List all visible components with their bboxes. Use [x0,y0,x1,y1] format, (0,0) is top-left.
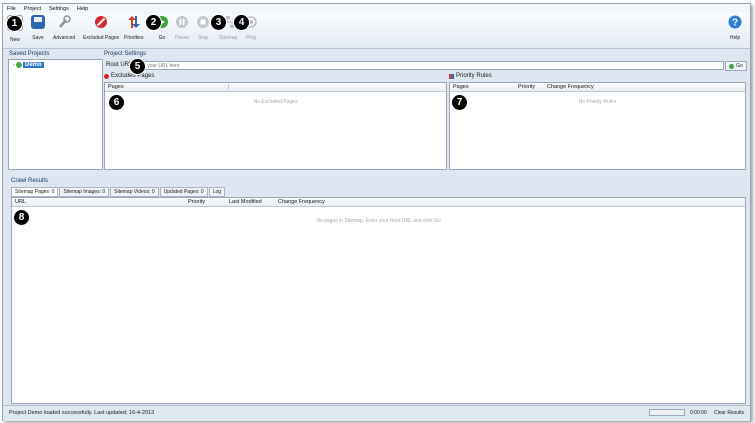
priority-rules-header: Pages Priority Change Frequency [450,83,745,92]
status-bar: Project Demo loaded successfully. Last u… [3,405,750,421]
tab-sitemap-pages[interactable]: Sitemap Pages: 0 [11,187,59,197]
col-change-frequency[interactable]: Change Frequency [544,84,607,90]
help-button[interactable]: ? Help [728,15,742,41]
floppy-disk-icon [31,15,45,29]
crawl-results-title: Crawl Results [11,178,49,184]
col-priority[interactable]: Priority [185,199,226,205]
priority-empty-text: No Priority Rules [578,99,617,105]
expand-icon[interactable]: - [13,62,15,68]
callout-badge-6: 6 [108,94,125,111]
project-settings-title: Project Settings [104,51,147,57]
no-entry-small-icon [104,73,109,79]
stop-icon [196,15,210,29]
pause-icon [175,15,189,29]
priorities-button[interactable]: Priorities [124,15,143,41]
priority-rules-title: Priority Rules [449,73,492,79]
root-url-input[interactable] [132,61,724,70]
elapsed-time: 0:00:00 [690,410,707,416]
tab-sitemap-images[interactable]: Sitemap Images: 0 [59,187,110,197]
tab-updated-pages[interactable]: Updated Pages: 0 [159,187,208,197]
col-last-modified[interactable]: Last Modified [226,199,275,205]
callout-badge-1: 1 [6,15,23,32]
status-message: Project Demo loaded successfully. Last u… [9,410,155,416]
excluded-pages-title: Excluded Pages [104,73,154,79]
no-entry-icon [94,15,108,29]
pause-button[interactable]: Pause [175,15,189,41]
stop-button[interactable]: Stop [196,15,210,41]
crawl-results-header: URL Priority Last Modified Change Freque… [12,198,745,207]
col-priority[interactable]: Priority [515,84,544,90]
tab-log[interactable]: Log [208,187,226,197]
callout-badge-3: 3 [210,14,227,31]
project-name: Demo [23,62,44,68]
menu-settings[interactable]: Settings [45,6,73,12]
priority-small-icon [449,73,454,79]
go-arrow-icon [729,63,735,69]
project-tree-item[interactable]: - Demo [13,62,44,68]
col-change-frequency[interactable]: Change Frequency [275,199,348,205]
crawl-results-tabs: Sitemap Pages: 0 Sitemap Images: 0 Sitem… [11,187,226,197]
priority-arrows-icon [127,15,141,29]
menu-bar: File Project Settings Help [3,4,750,13]
callout-badge-2: 2 [145,14,162,31]
project-globe-icon [16,62,22,68]
excluded-pages-header: Pages [105,83,446,92]
menu-file[interactable]: File [3,6,20,12]
saved-projects-title: Saved Projects [9,51,50,57]
crawl-empty-text: No pages in Sitemap. Enter your Root URL… [316,218,441,224]
saved-projects-panel: - Demo [8,59,103,170]
callout-badge-4: 4 [233,14,250,31]
toolbar: New Save Advanced Excluded Pages Priorit… [3,13,750,49]
save-button[interactable]: Save [31,15,45,41]
excluded-pages-button[interactable]: Excluded Pages [83,15,119,41]
menu-project[interactable]: Project [20,6,45,12]
callout-badge-5: 5 [129,58,146,75]
crawl-results-panel: URL Priority Last Modified Change Freque… [11,197,746,404]
priority-rules-panel: Pages Priority Change Frequency No Prior… [449,82,746,170]
app-window: File Project Settings Help New Save Adva… [2,3,751,421]
svg-text:?: ? [732,18,738,29]
menu-help[interactable]: Help [73,6,92,12]
col-pages[interactable]: Pages [105,84,229,90]
progress-bar [649,409,685,416]
wrench-icon [57,15,71,29]
help-icon: ? [728,15,742,29]
col-url[interactable]: URL [12,199,185,205]
callout-badge-7: 7 [451,94,468,111]
excluded-pages-panel: Pages No Excluded Pages [104,82,447,170]
excluded-empty-text: No Excluded Pages [253,99,298,105]
clear-results-link[interactable]: Clear Results [714,410,744,416]
advanced-button[interactable]: Advanced [53,15,75,41]
col-pages[interactable]: Pages [450,84,515,90]
tab-sitemap-videos[interactable]: Sitemap Videos: 0 [110,187,159,197]
root-url-go-button[interactable]: Go [725,61,747,71]
callout-badge-8: 8 [13,209,30,226]
